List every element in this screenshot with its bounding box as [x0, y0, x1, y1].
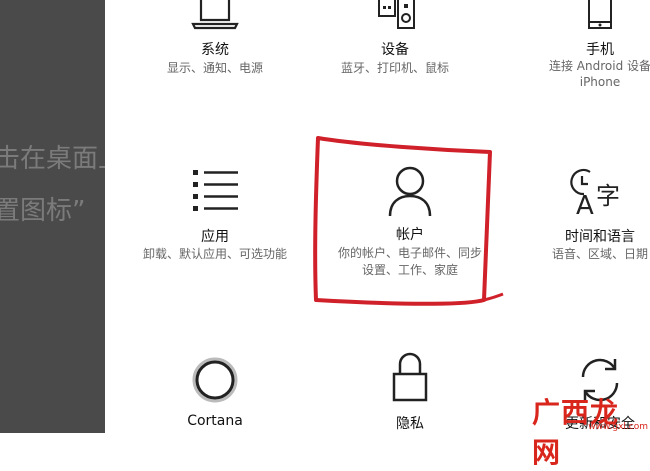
background-text-line2: 置图标”	[0, 196, 86, 226]
tile-privacy-label: 隐私	[396, 416, 424, 432]
tile-accounts[interactable]: 帐户 你的帐户、电子邮件、同步 设置、工作、家庭	[325, 160, 495, 280]
svg-text:字: 字	[596, 182, 620, 210]
tile-accounts-desc1: 你的帐户、电子邮件、同步	[337, 246, 482, 260]
person-icon	[388, 166, 432, 217]
tile-devices-desc: 蓝牙、打印机、鼠标	[340, 61, 449, 75]
laptop-icon	[191, 0, 239, 30]
tile-cortana[interactable]: Cortana	[140, 350, 290, 433]
tile-accounts-desc2: 设置、工作、家庭	[361, 263, 458, 277]
list-icon	[193, 170, 238, 211]
tile-system-desc: 显示、通知、电源	[166, 61, 263, 75]
tile-apps[interactable]: 应用 卸载、默认应用、可选功能	[135, 160, 295, 270]
cortana-circle-icon	[192, 357, 238, 403]
tile-devices[interactable]: 设备 蓝牙、打印机、鼠标	[320, 0, 470, 110]
keyboard-speaker-icon	[378, 0, 415, 29]
phone-icon	[588, 0, 612, 29]
tile-devices-label: 设备	[381, 42, 409, 58]
background-text-line1: 击在桌面上	[0, 144, 105, 174]
tile-apps-label: 应用	[201, 229, 229, 245]
tile-system[interactable]: 系统 显示、通知、电源	[140, 0, 290, 110]
watermark-logo: 广西龙网 www.gxl.com	[532, 389, 650, 469]
background-panel: 击在桌面上 置图标”	[0, 0, 105, 433]
tile-time-language[interactable]: A 字 时间和语言 语音、区域、日期	[530, 160, 650, 270]
tile-system-label: 系统	[201, 42, 229, 58]
tile-time-language-desc: 语音、区域、日期	[551, 247, 648, 261]
tile-time-language-label: 时间和语言	[565, 229, 635, 245]
tile-phone-label: 手机	[586, 42, 614, 58]
tile-phone-desc1: 连接 Android 设备	[548, 59, 650, 73]
tile-cortana-label: Cortana	[187, 413, 243, 429]
svg-text:A: A	[576, 191, 594, 218]
watermark-sub-text: www.gxl.com	[588, 422, 648, 432]
tile-privacy[interactable]: 隐私	[325, 350, 495, 433]
lock-icon	[392, 352, 428, 402]
tile-phone-desc2: iPhone	[579, 75, 621, 89]
time-language-icon: A 字	[570, 168, 620, 218]
tile-phone[interactable]: 手机 连接 Android 设备 iPhone	[530, 0, 650, 110]
tile-apps-desc: 卸载、默认应用、可选功能	[142, 247, 287, 261]
tile-accounts-label: 帐户	[396, 227, 424, 243]
